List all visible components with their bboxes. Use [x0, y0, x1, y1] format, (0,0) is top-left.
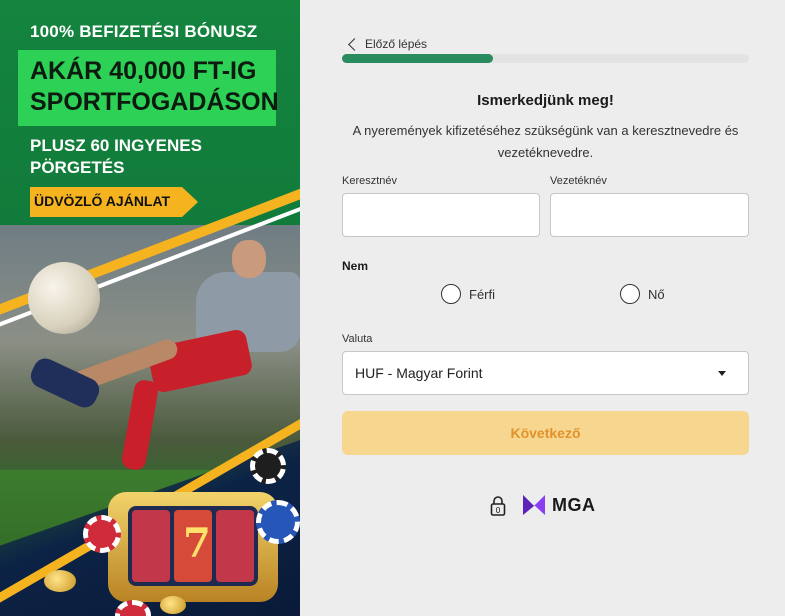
- last-name-field[interactable]: [550, 193, 749, 237]
- promo-subheadline: PLUSZ 60 INGYENES PÖRGETÉS: [30, 135, 202, 179]
- promo-headline: AKÁR 40,000 FT-IG SPORTFOGADÁSON: [30, 56, 279, 118]
- gender-radio-male[interactable]: Férfi: [441, 284, 495, 304]
- currency-select[interactable]: HUF - Magyar Forint: [342, 351, 749, 395]
- last-name-label: Vezetéknév: [550, 175, 607, 187]
- currency-label: Valuta: [342, 333, 373, 345]
- progress-bar-fill: [342, 54, 493, 63]
- promo-sub-line2: PÖRGETÉS: [30, 158, 125, 177]
- back-button-label: Előző lépés: [365, 37, 428, 51]
- slot-reel: [216, 510, 254, 582]
- promo-sub-line1: PLUSZ 60 INGYENES: [30, 136, 202, 155]
- gender-option-male-label: Férfi: [469, 286, 495, 302]
- gender-label: Nem: [342, 259, 369, 273]
- mga-logo-text: MGA: [552, 494, 596, 515]
- slot-seven-symbol: 7: [183, 520, 211, 567]
- registration-page: 7 100% BEFIZETÉSI BÓNUSZ AKÁR 40,000 FT-…: [0, 0, 785, 616]
- football-image: [28, 262, 100, 334]
- svg-text:0: 0: [495, 506, 500, 515]
- mga-emblem-icon: [523, 495, 545, 515]
- caret-down-icon: [718, 370, 726, 376]
- promo-banner: 7 100% BEFIZETÉSI BÓNUSZ AKÁR 40,000 FT-…: [0, 0, 300, 616]
- progress-bar: [342, 54, 749, 63]
- player-image: [232, 240, 266, 278]
- currency-selected-value: HUF - Magyar Forint: [355, 365, 483, 381]
- lock-icon: 0: [490, 495, 506, 522]
- promo-headline-line2: SPORTFOGADÁSON: [30, 88, 279, 116]
- promo-kicker-text: 100% BEFIZETÉSI BÓNUSZ: [30, 22, 258, 41]
- promo-kicker: 100% BEFIZETÉSI BÓNUSZ: [30, 22, 257, 42]
- coin-image: [160, 596, 186, 614]
- slot-reel: [132, 510, 170, 582]
- chevron-left-icon: [348, 37, 361, 51]
- welcome-offer-badge-text: ÜDVÖZLŐ AJÁNLAT: [34, 193, 171, 209]
- mga-logo: MGA: [522, 493, 596, 517]
- first-name-label: Keresztnév: [342, 175, 398, 187]
- back-button[interactable]: Előző lépés: [347, 34, 427, 54]
- form-description: A nyeremények kifizetéséhez szükségünk v…: [352, 123, 739, 160]
- promo-headline-line1: AKÁR 40,000 FT-IG: [30, 57, 257, 85]
- casino-chip-image: [250, 448, 286, 484]
- first-name-field[interactable]: [342, 193, 540, 237]
- next-button[interactable]: Következő: [342, 411, 749, 455]
- casino-chip-image: [83, 515, 121, 553]
- radio-circle[interactable]: [620, 284, 640, 304]
- gender-option-female-label: Nő: [648, 286, 665, 302]
- coin-image: [44, 570, 76, 592]
- casino-chip-image: [256, 500, 300, 544]
- gender-radio-female[interactable]: Nő: [620, 284, 665, 304]
- radio-circle[interactable]: [441, 284, 461, 304]
- form-title: Ismerkedjünk meg!: [477, 92, 614, 109]
